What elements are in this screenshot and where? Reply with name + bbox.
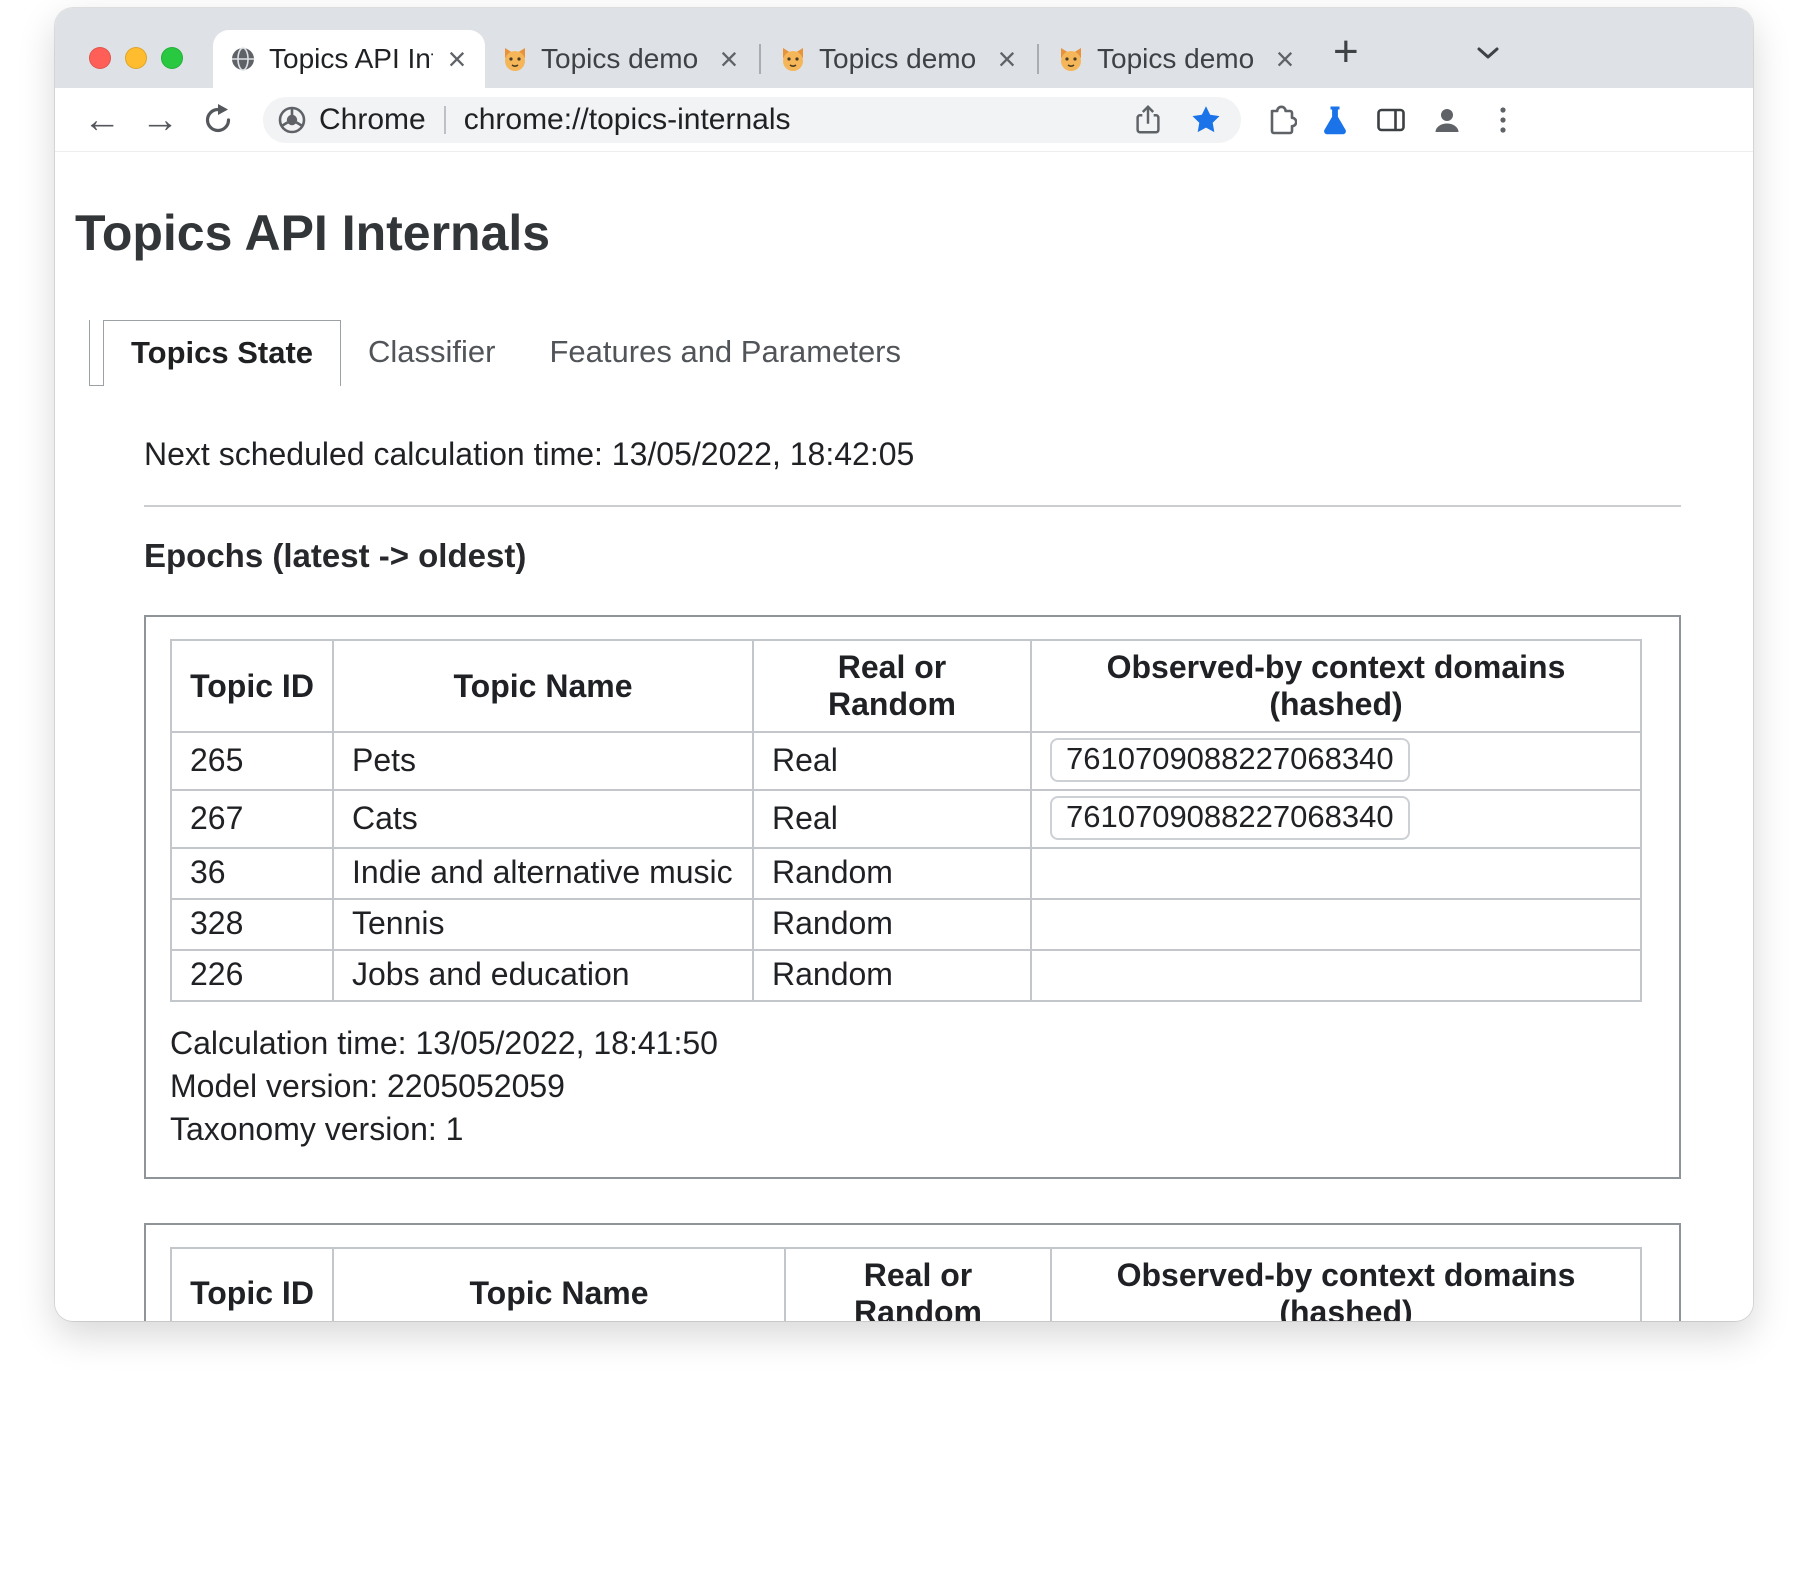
extensions-puzzle-icon[interactable] xyxy=(1261,102,1297,138)
real-or-random-cell: Random xyxy=(753,950,1031,1001)
real-or-random-cell: Real xyxy=(753,790,1031,848)
chevron-down-icon[interactable] xyxy=(1475,44,1501,62)
taxonomy-version-text: Taxonomy version: 1 xyxy=(170,1108,1655,1151)
browser-toolbar: ← → Chrome chrome://topics-internals xyxy=(55,88,1753,152)
col-observed-by: Observed-by context domains (hashed) xyxy=(1031,640,1641,732)
new-tab-button[interactable]: + xyxy=(1333,30,1359,74)
col-topic-id: Topic ID xyxy=(171,1248,333,1321)
real-or-random-cell: Random xyxy=(753,899,1031,950)
observed-by-cell xyxy=(1031,848,1641,899)
page-tabs: Topics State Classifier Features and Par… xyxy=(89,320,1753,386)
cat-icon xyxy=(1057,45,1085,73)
epoch-box-1: Topic ID Topic Name Real or Random Obser… xyxy=(144,615,1681,1179)
close-tab-icon[interactable]: × xyxy=(991,43,1023,75)
reload-button[interactable] xyxy=(197,102,239,138)
browser-tab-topics-demo-1[interactable]: Topics demo × xyxy=(485,30,757,88)
observed-domain-chip: 7610709088227068340 xyxy=(1050,796,1410,840)
epoch-table-2: Topic ID Topic Name Real or Random Obser… xyxy=(170,1247,1642,1321)
model-version-text: Model version: 2205052059 xyxy=(170,1065,1655,1108)
browser-tab-topics-internals[interactable]: Topics API Intern × xyxy=(213,30,485,88)
browser-name-label: Chrome xyxy=(319,103,426,137)
tab-title: Topics API Intern xyxy=(269,43,433,75)
address-bar[interactable]: Chrome chrome://topics-internals xyxy=(263,97,1241,143)
tab-strip: Topics API Intern × Topics demo × xyxy=(55,8,1753,88)
topic-id-cell: 328 xyxy=(171,899,333,950)
browser-tab-topics-demo-3[interactable]: Topics demo × xyxy=(1041,30,1313,88)
table-row: 328 Tennis Random xyxy=(171,899,1641,950)
topic-name-cell: Indie and alternative music xyxy=(333,848,753,899)
browser-tab-topics-demo-2[interactable]: Topics demo × xyxy=(763,30,1035,88)
cat-icon xyxy=(779,45,807,73)
profile-avatar-icon[interactable] xyxy=(1429,102,1465,138)
window-controls xyxy=(55,47,213,69)
forward-button[interactable]: → xyxy=(139,101,181,139)
close-tab-icon[interactable]: × xyxy=(713,43,745,75)
close-window-button[interactable] xyxy=(89,47,111,69)
next-calculation-text: Next scheduled calculation time: 13/05/2… xyxy=(144,436,1681,473)
tab-classifier[interactable]: Classifier xyxy=(341,320,522,386)
table-header-row: Topic ID Topic Name Real or Random Obser… xyxy=(171,1248,1641,1321)
side-panel-icon[interactable] xyxy=(1373,102,1409,138)
epoch-box-2: Topic ID Topic Name Real or Random Obser… xyxy=(144,1223,1681,1321)
cat-icon xyxy=(501,45,529,73)
back-button[interactable]: ← xyxy=(81,101,123,139)
observed-by-cell: 7610709088227068340 xyxy=(1031,790,1641,848)
tab-topics-state[interactable]: Topics State xyxy=(103,320,341,386)
real-or-random-cell: Real xyxy=(753,732,1031,790)
col-real-or-random: Real or Random xyxy=(753,640,1031,732)
table-row: 226 Jobs and education Random xyxy=(171,950,1641,1001)
close-tab-icon[interactable]: × xyxy=(441,43,473,75)
tab-divider xyxy=(1037,44,1039,74)
topic-id-cell: 267 xyxy=(171,790,333,848)
topic-name-cell: Jobs and education xyxy=(333,950,753,1001)
col-observed-by: Observed-by context domains (hashed) xyxy=(1051,1248,1641,1321)
topic-id-cell: 226 xyxy=(171,950,333,1001)
globe-icon xyxy=(229,45,257,73)
col-topic-id: Topic ID xyxy=(171,640,333,732)
share-icon[interactable] xyxy=(1131,103,1165,137)
table-row: 265 Pets Real 7610709088227068340 xyxy=(171,732,1641,790)
tab-features-and-parameters[interactable]: Features and Parameters xyxy=(523,320,929,386)
tab-title: Topics demo xyxy=(819,43,983,75)
kebab-menu-icon[interactable] xyxy=(1485,102,1521,138)
minimize-window-button[interactable] xyxy=(125,47,147,69)
zoom-window-button[interactable] xyxy=(161,47,183,69)
page-title: Topics API Internals xyxy=(75,204,1753,262)
page-viewport: Topics API Internals Topics State Classi… xyxy=(55,152,1753,1321)
epoch-table-1: Topic ID Topic Name Real or Random Obser… xyxy=(170,639,1642,1002)
epochs-heading: Epochs (latest -> oldest) xyxy=(144,537,1681,575)
topics-state-panel: Next scheduled calculation time: 13/05/2… xyxy=(144,436,1681,1321)
tab-title: Topics demo xyxy=(541,43,705,75)
table-header-row: Topic ID Topic Name Real or Random Obser… xyxy=(171,640,1641,732)
observed-by-cell xyxy=(1031,899,1641,950)
table-row: 36 Indie and alternative music Random xyxy=(171,848,1641,899)
topic-id-cell: 265 xyxy=(171,732,333,790)
topic-id-cell: 36 xyxy=(171,848,333,899)
topic-name-cell: Tennis xyxy=(333,899,753,950)
observed-by-cell: 7610709088227068340 xyxy=(1031,732,1641,790)
tab-title: Topics demo xyxy=(1097,43,1261,75)
bookmark-star-icon[interactable] xyxy=(1189,103,1223,137)
section-divider xyxy=(144,505,1681,507)
page-tab-stub xyxy=(89,320,103,386)
tab-divider xyxy=(759,44,761,74)
observed-by-cell xyxy=(1031,950,1641,1001)
observed-domain-chip: 7610709088227068340 xyxy=(1050,738,1410,782)
chrome-logo-icon xyxy=(277,105,307,135)
col-real-or-random: Real or Random xyxy=(785,1248,1051,1321)
url-separator xyxy=(444,106,446,134)
table-row: 267 Cats Real 7610709088227068340 xyxy=(171,790,1641,848)
browser-window: Topics API Intern × Topics demo × xyxy=(55,8,1753,1321)
topic-name-cell: Pets xyxy=(333,732,753,790)
epoch-meta: Calculation time: 13/05/2022, 18:41:50 M… xyxy=(170,1022,1655,1151)
topic-name-cell: Cats xyxy=(333,790,753,848)
url-text[interactable]: chrome://topics-internals xyxy=(464,103,791,137)
col-topic-name: Topic Name xyxy=(333,640,753,732)
real-or-random-cell: Random xyxy=(753,848,1031,899)
close-tab-icon[interactable]: × xyxy=(1269,43,1301,75)
labs-flask-icon[interactable] xyxy=(1317,102,1353,138)
col-topic-name: Topic Name xyxy=(333,1248,785,1321)
calculation-time-text: Calculation time: 13/05/2022, 18:41:50 xyxy=(170,1022,1655,1065)
